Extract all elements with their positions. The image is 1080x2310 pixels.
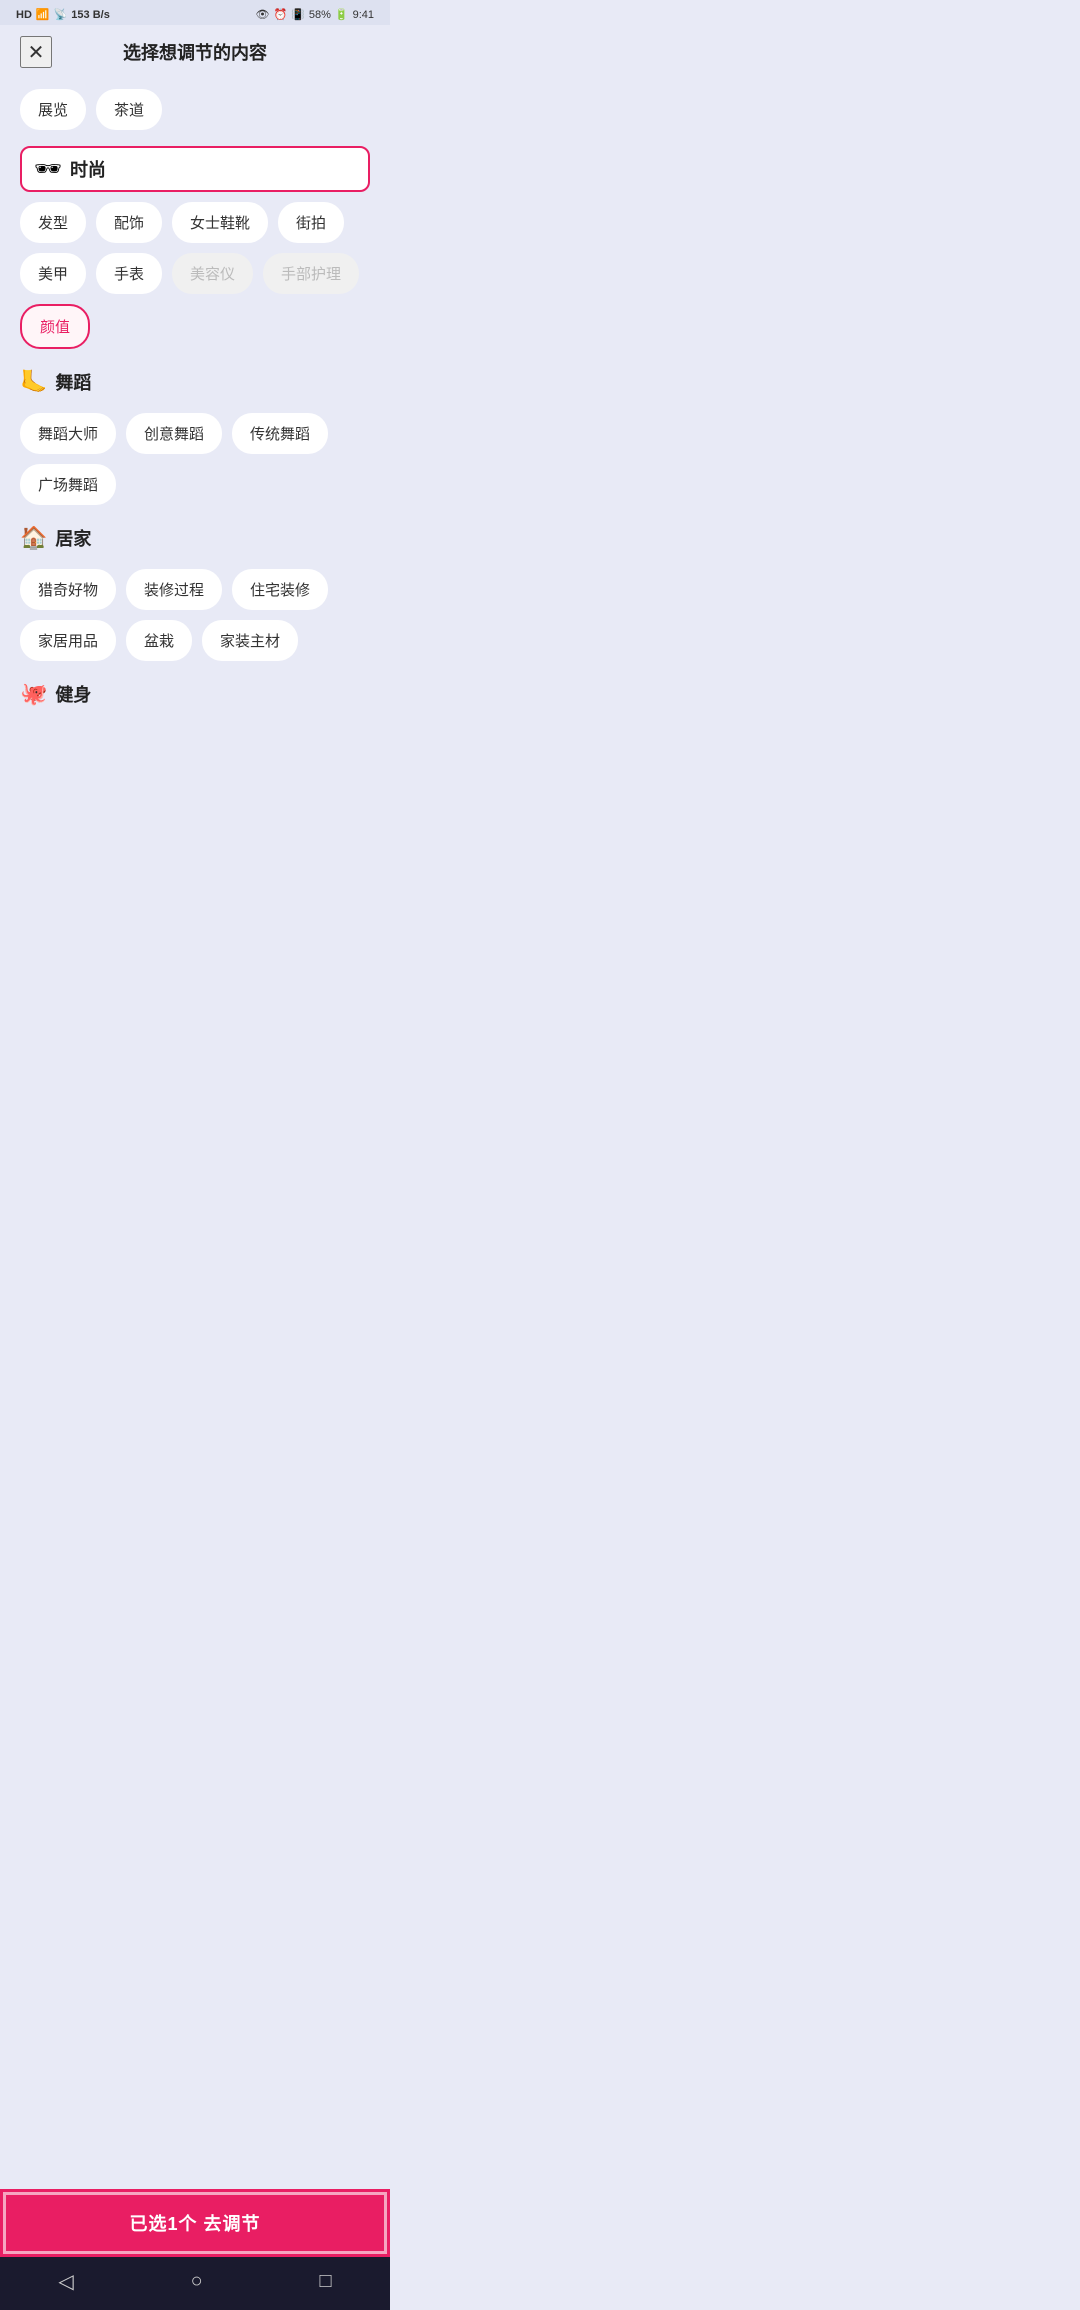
category-fashion: 🕶 时尚 发型 配饰 女士鞋靴 街拍 美甲 手表 美容仪 手部护理 颜值 [20,146,370,349]
fitness-name: 健身 [55,681,91,707]
action-button[interactable]: 已选1个 去调节 [0,2189,390,2257]
category-dance-header[interactable]: 🦶 舞蹈 [20,361,370,403]
tag-shoubu[interactable]: 手部护理 [263,253,359,294]
status-left: HD 📶 📡 153 B/s [16,8,110,21]
category-fitness: 🐙 健身 [20,673,370,715]
home-name: 居家 [55,525,91,551]
hd-icon: HD [16,9,32,21]
category-dance: 🦶 舞蹈 舞蹈大师 创意舞蹈 传统舞蹈 广场舞蹈 [20,361,370,505]
vibrate-icon: 📳 [291,8,305,21]
home-tags-1: 猎奇好物 装修过程 住宅装修 [20,569,370,610]
home-emoji: 🏠 [20,525,47,551]
dance-tags-1: 舞蹈大师 创意舞蹈 传统舞蹈 [20,413,370,454]
wifi-icon: 📡 [54,8,68,21]
close-button[interactable]: ✕ [20,36,52,68]
dance-name: 舞蹈 [55,369,91,395]
fashion-tags-2: 美甲 手表 美容仪 手部护理 [20,253,370,294]
tag-liegihawu[interactable]: 猎奇好物 [20,569,116,610]
tag-chuangyi[interactable]: 创意舞蹈 [126,413,222,454]
fashion-tags-3: 颜值 [20,304,370,349]
nav-back[interactable]: ◁ [58,2269,73,2294]
dance-tags-2: 广场舞蹈 [20,464,370,505]
speed-text: 153 B/s [71,9,110,21]
category-fashion-header[interactable]: 🕶 时尚 [20,146,370,192]
fitness-emoji: 🐙 [20,681,47,707]
nav-recent[interactable]: □ [319,2270,331,2293]
tag-jiajuyongpin[interactable]: 家居用品 [20,620,116,661]
tag-meijia[interactable]: 美甲 [20,253,86,294]
tag-jiepai[interactable]: 街拍 [278,202,344,243]
tag-chuantong[interactable]: 传统舞蹈 [232,413,328,454]
status-bar: HD 📶 📡 153 B/s 👁 ⏰ 📳 58% 🔋 9:41 [0,0,390,25]
dance-emoji: 🦶 [20,369,47,395]
nav-home[interactable]: ○ [191,2270,203,2293]
battery-text: 58% [309,9,331,21]
nav-bar: ◁ ○ □ [0,2257,390,2310]
tag-penzai[interactable]: 盆栽 [126,620,192,661]
main-content: 展览 茶道 🕶 时尚 发型 配饰 女士鞋靴 街拍 美甲 手表 美容仪 手部护理 … [0,79,390,827]
tag-shoubiao[interactable]: 手表 [96,253,162,294]
tag-zhuzhai[interactable]: 住宅装修 [232,569,328,610]
tag-yanzhi[interactable]: 颜值 [20,304,90,349]
tag-faxing[interactable]: 发型 [20,202,86,243]
tag-zhanlan[interactable]: 展览 [20,89,86,130]
eye-icon: 👁 [255,8,269,21]
fashion-emoji: 🕶 [34,156,62,182]
category-fitness-header[interactable]: 🐙 健身 [20,673,370,715]
battery-icon: 🔋 [335,8,349,21]
home-tags-2: 家居用品 盆栽 家装主材 [20,620,370,661]
status-right: 👁 ⏰ 📳 58% 🔋 9:41 [255,8,374,21]
bottom-bar: 已选1个 去调节 ◁ ○ □ [0,2189,390,2310]
tag-nvxie[interactable]: 女士鞋靴 [172,202,268,243]
tag-meirongyi[interactable]: 美容仪 [172,253,253,294]
tag-chadao[interactable]: 茶道 [96,89,162,130]
category-home-header[interactable]: 🏠 居家 [20,517,370,559]
tag-guangchang[interactable]: 广场舞蹈 [20,464,116,505]
clock: 9:41 [353,9,374,21]
tag-zhuangxiu[interactable]: 装修过程 [126,569,222,610]
category-home: 🏠 居家 猎奇好物 装修过程 住宅装修 家居用品 盆栽 家装主材 [20,517,370,661]
header: ✕ 选择想调节的内容 [0,25,390,79]
tag-jiazhuang[interactable]: 家装主材 [202,620,298,661]
tag-wudaodashi[interactable]: 舞蹈大师 [20,413,116,454]
signal-bars: 📶 [36,8,50,21]
tag-peishi[interactable]: 配饰 [96,202,162,243]
fashion-name: 时尚 [70,156,106,182]
alarm-icon: ⏰ [273,8,287,21]
page-title: 选择想调节的内容 [123,39,267,65]
top-pills-row: 展览 茶道 [20,89,370,130]
fashion-tags: 发型 配饰 女士鞋靴 街拍 [20,202,370,243]
